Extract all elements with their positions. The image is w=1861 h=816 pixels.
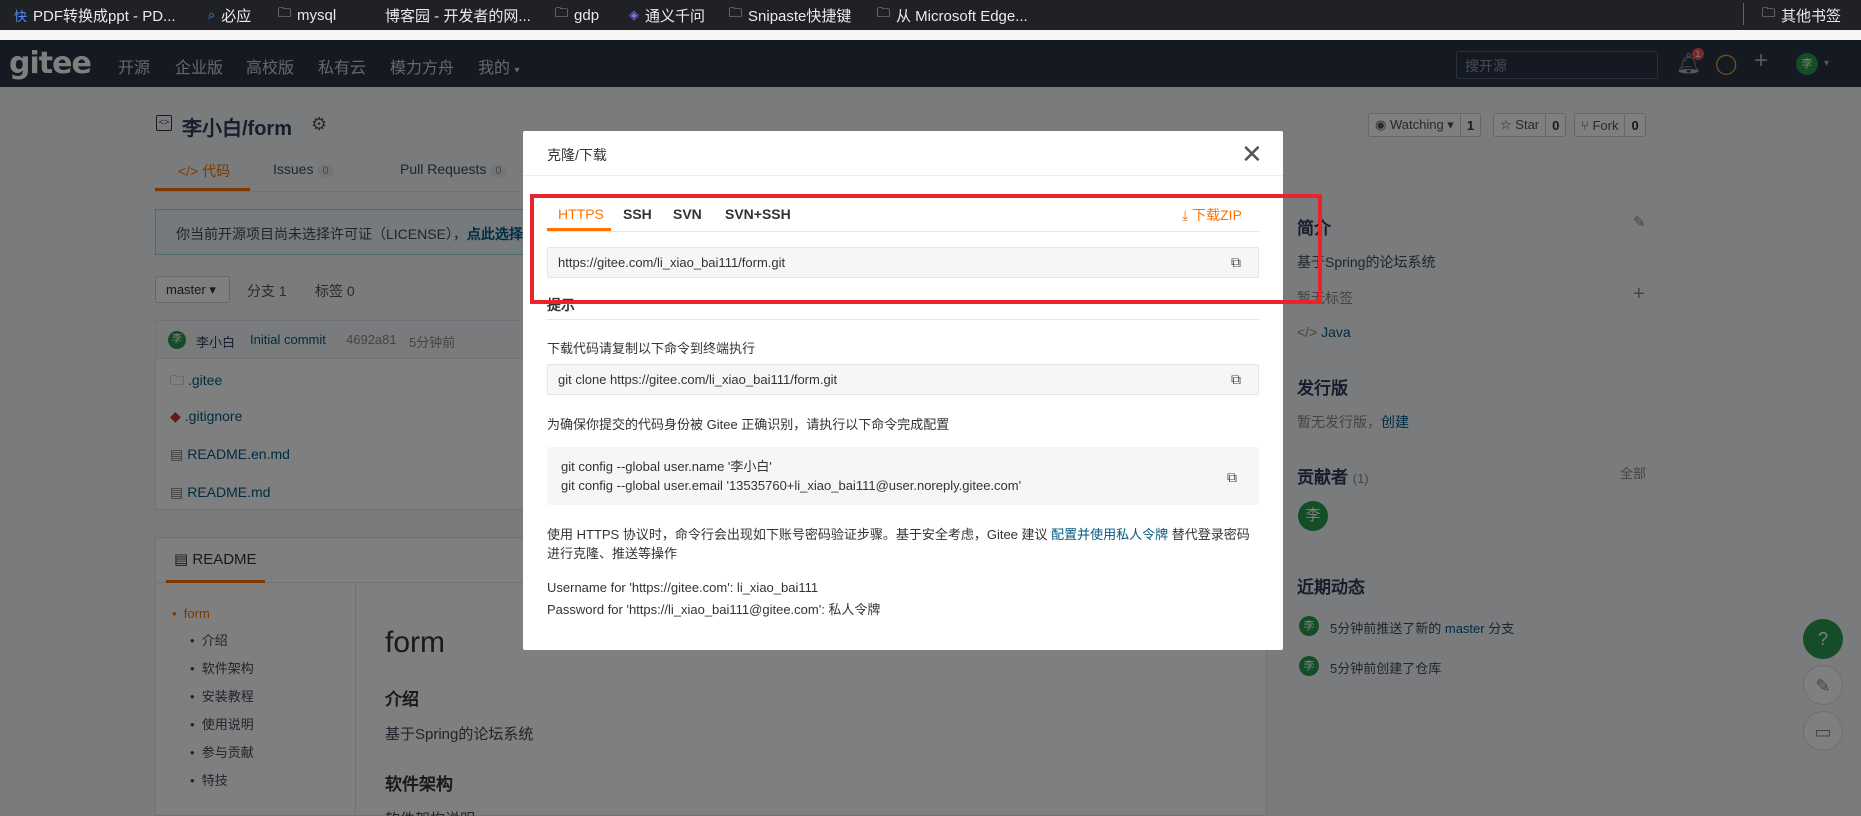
folder-icon: 🗀: [278, 5, 292, 20]
bookmark-pdf[interactable]: 快 PDF转换成ppt - PD...: [14, 0, 176, 30]
clone-instruction: 下载代码请复制以下命令到终端执行: [547, 341, 756, 356]
folder-icon: 🗀: [729, 5, 743, 20]
copy-icon[interactable]: ⧉: [1231, 371, 1241, 388]
https-note: 使用 HTTPS 协议时，命令行会出现如下账号密码验证步骤。基于安全考虑，Git…: [547, 527, 1250, 561]
folder-icon: 🗀: [877, 5, 891, 20]
bookmark-cnblogs[interactable]: 博客园 - 开发者的网...: [385, 0, 531, 30]
close-icon[interactable]: ✕: [1241, 141, 1263, 167]
pdf-converter-icon: 快: [14, 8, 28, 24]
bing-icon: ⌕: [208, 7, 216, 22]
config-instruction: 为确保你提交的代码身份被 Gitee 正确识别，请执行以下命令完成配置: [547, 417, 950, 432]
hint-divider: [547, 319, 1259, 320]
bookmarks-bar: 快 PDF转换成ppt - PD... ⌕ 必应 🗀 mysql 博客园 - 开发者的…: [0, 0, 1861, 30]
bookmark-bing[interactable]: ⌕ 必应: [208, 0, 251, 30]
modal-title: 克隆/下载: [547, 147, 607, 163]
bookmark-gdp[interactable]: 🗀 gdp: [555, 0, 599, 30]
highlight-box: [530, 194, 1322, 304]
folder-icon: 🗀: [555, 5, 569, 20]
bookmark-edge[interactable]: 🗀 从 Microsoft Edge...: [877, 0, 1028, 30]
bookmark-other[interactable]: 🗀 其他书签: [1762, 0, 1841, 30]
clone-command-field[interactable]: git clone https://gitee.com/li_xiao_bai1…: [547, 364, 1259, 395]
token-link[interactable]: 配置并使用私人令牌: [1051, 527, 1168, 542]
modal-divider: [523, 175, 1283, 176]
bookmark-snipaste[interactable]: 🗀 Snipaste快捷键: [729, 0, 851, 30]
tongyi-icon: ◈: [629, 7, 639, 22]
username-line: Username for 'https://gitee.com': li_xia…: [547, 580, 819, 595]
copy-icon[interactable]: ⧉: [1227, 469, 1237, 486]
folder-icon: 🗀: [1762, 5, 1776, 20]
bookmark-mysql[interactable]: 🗀 mysql: [278, 0, 336, 30]
bookmark-tongyi[interactable]: ◈ 通义千问: [629, 0, 705, 30]
git-config-field[interactable]: git config --global user.name '李小白' git …: [547, 447, 1259, 505]
bookmark-separator: [1743, 3, 1744, 25]
password-line: Password for 'https://li_xiao_bai111@git…: [547, 602, 881, 617]
